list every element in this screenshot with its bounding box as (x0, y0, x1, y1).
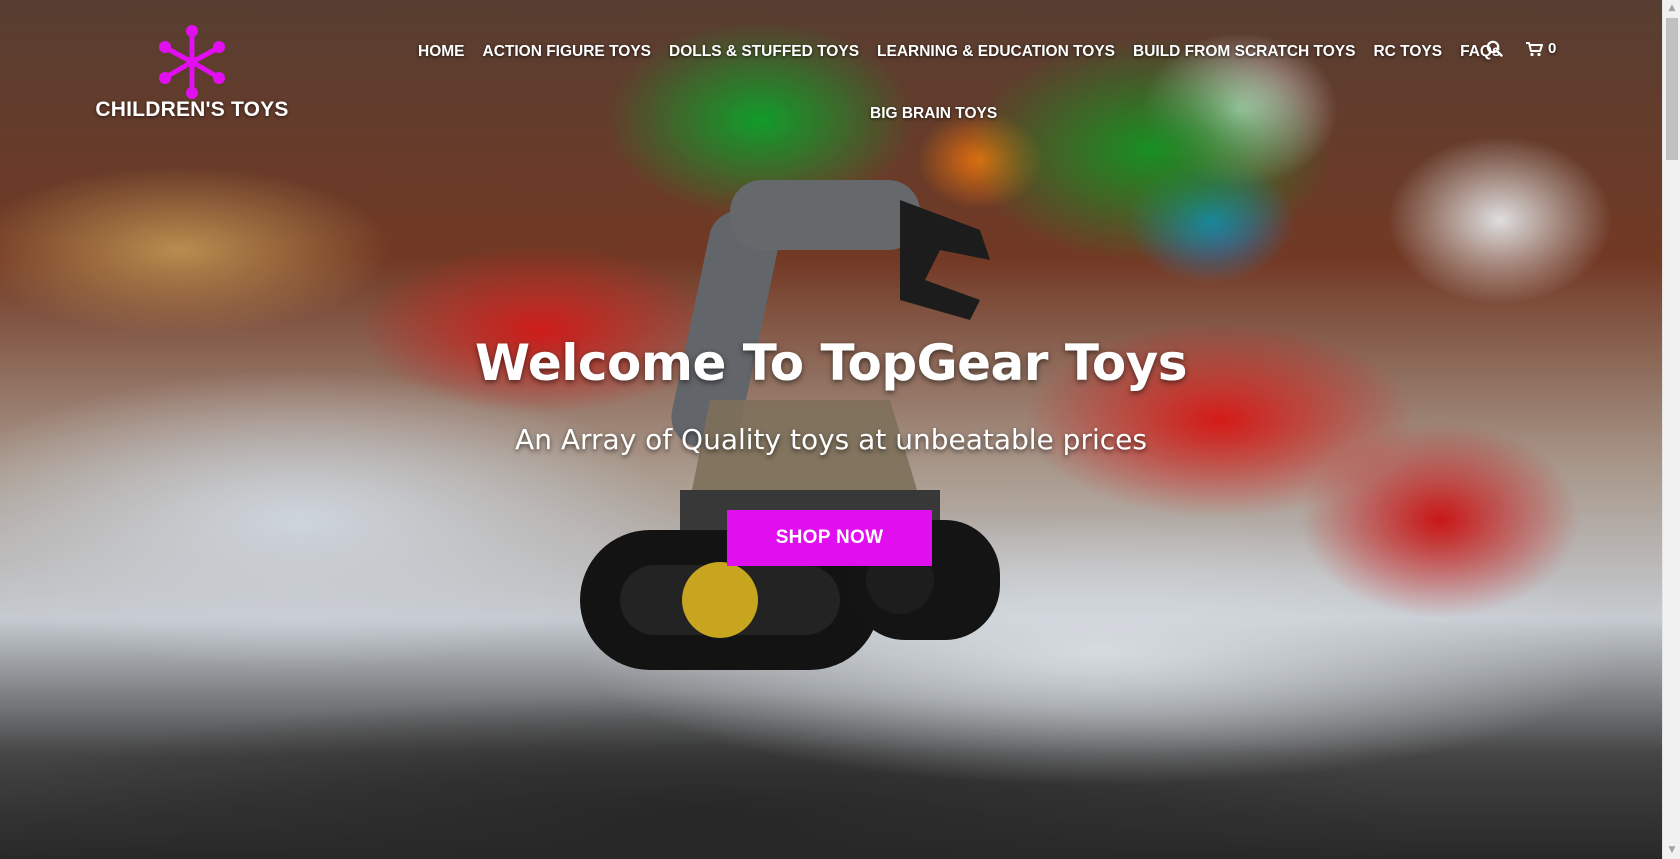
nav-item-home[interactable]: HOME (418, 43, 465, 61)
nav-item-rc-toys[interactable]: RC TOYS (1373, 43, 1442, 61)
vertical-scrollbar[interactable]: ▲ ▼ (1662, 0, 1680, 859)
nav-row-primary: HOME ACTION FIGURE TOYS DOLLS & STUFFED … (418, 38, 1501, 66)
cart-count: 0 (1548, 40, 1557, 57)
logo-text: CHILDREN'S TOYS (95, 98, 289, 121)
cart-icon (1526, 41, 1543, 56)
search-icon[interactable] (1486, 40, 1503, 57)
main-navigation: HOME ACTION FIGURE TOYS DOLLS & STUFFED … (418, 38, 1501, 122)
cart-button[interactable]: 0 (1525, 40, 1556, 57)
scrollbar-thumb[interactable] (1666, 18, 1678, 160)
nav-item-learning-education-toys[interactable]: LEARNING & EDUCATION TOYS (877, 43, 1115, 61)
scroll-up-arrow-icon[interactable]: ▲ (1663, 0, 1680, 17)
nav-item-action-figure-toys[interactable]: ACTION FIGURE TOYS (483, 43, 652, 61)
hero-title: Welcome To TopGear Toys (474, 334, 1188, 392)
nav-item-dolls-stuffed-toys[interactable]: DOLLS & STUFFED TOYS (669, 43, 859, 61)
header-icons: 0 (1486, 40, 1556, 57)
hero-subtitle: An Array of Quality toys at unbeatable p… (515, 423, 1147, 456)
scroll-down-arrow-icon[interactable]: ▼ (1663, 842, 1680, 859)
nav-row-secondary: BIG BRAIN TOYS (870, 100, 1015, 128)
nav-item-big-brain-toys[interactable]: BIG BRAIN TOYS (870, 105, 997, 123)
page-viewport: Welcome To TopGear Toys An Array of Qual… (0, 0, 1662, 859)
shop-now-button[interactable]: SHOP NOW (727, 510, 932, 566)
nav-item-build-from-scratch-toys[interactable]: BUILD FROM SCRATCH TOYS (1133, 43, 1355, 61)
site-logo[interactable]: CHILDREN'S TOYS (92, 24, 292, 122)
asterisk-logo-icon (159, 25, 225, 99)
